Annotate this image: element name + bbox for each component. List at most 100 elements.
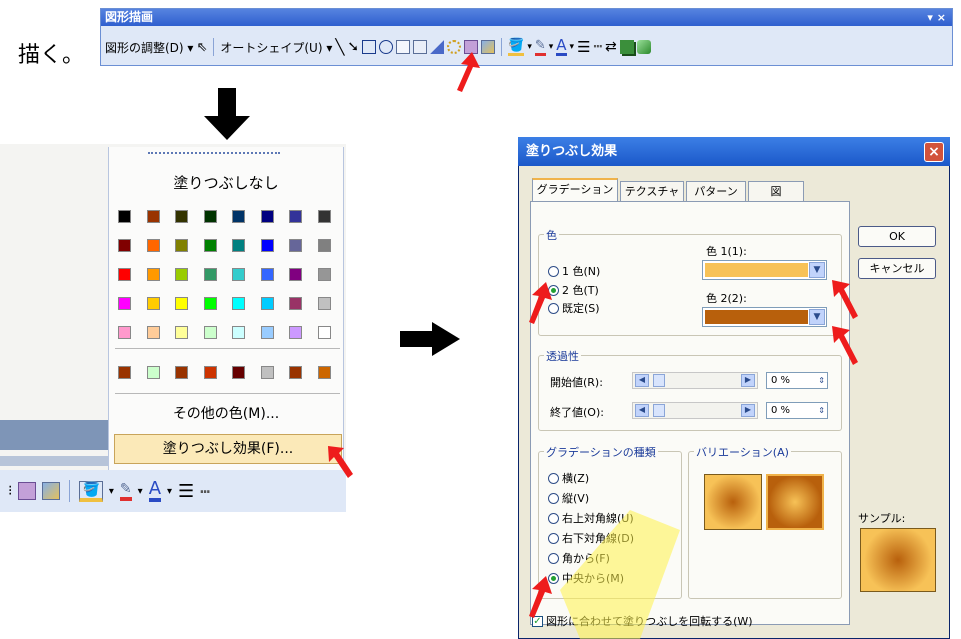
chevron-right-icon[interactable]: ▶ (741, 404, 755, 417)
recent-color-swatch[interactable] (175, 366, 188, 379)
recent-color-swatch[interactable] (146, 366, 160, 379)
slider-thumb[interactable] (653, 404, 665, 417)
color-swatch[interactable] (260, 239, 274, 252)
color-swatch[interactable] (232, 297, 245, 310)
color-swatch[interactable] (317, 297, 331, 310)
color-swatch[interactable] (118, 210, 131, 223)
color1-dropdown[interactable]: ▼ (702, 260, 827, 280)
slider-thumb[interactable] (653, 374, 665, 387)
tab-gradient[interactable]: グラデーション (532, 178, 618, 202)
3d-icon[interactable] (636, 40, 651, 54)
line-icon[interactable]: ╲ (335, 38, 344, 56)
tab-picture[interactable]: 図 (748, 181, 804, 201)
no-fill-option[interactable]: 塗りつぶしなし (108, 172, 344, 193)
line-style-icon[interactable]: ☰ (577, 38, 590, 56)
dash-style-icon[interactable]: ┅ (594, 39, 602, 55)
select-arrow-icon[interactable]: ⇖ (196, 40, 207, 55)
tab-pattern[interactable]: パターン (686, 181, 746, 201)
line-color-icon[interactable]: ✎ (534, 38, 546, 56)
color-swatch[interactable] (146, 210, 160, 223)
two-colors-option[interactable]: 2 色(T) (548, 282, 599, 298)
oval-icon[interactable] (379, 40, 394, 54)
color-swatch[interactable] (118, 268, 131, 281)
to-slider[interactable]: ◀ ▶ (632, 402, 758, 419)
color-swatch[interactable] (175, 268, 188, 281)
color-swatch[interactable] (260, 297, 274, 310)
arrow-line-icon[interactable]: ➘ (347, 39, 359, 55)
color-swatch[interactable] (317, 239, 331, 252)
color-swatch[interactable] (317, 326, 331, 339)
variant-center-dark[interactable] (704, 474, 762, 530)
color-swatch[interactable] (260, 326, 274, 339)
shadow-icon[interactable] (619, 40, 634, 54)
cancel-button[interactable]: キャンセル (858, 258, 936, 279)
more-colors-option[interactable]: その他の色(M)... (108, 403, 344, 423)
rectangle-icon[interactable] (362, 40, 377, 54)
color-swatch[interactable] (289, 326, 302, 339)
color-swatch[interactable] (146, 297, 160, 310)
recent-color-swatch[interactable] (289, 366, 302, 379)
fill-color-dropdown-icon[interactable]: ▾ (527, 42, 532, 52)
color-swatch[interactable] (317, 210, 331, 223)
spin-icon[interactable]: ⇕ (818, 373, 825, 388)
color-swatch[interactable] (203, 268, 217, 281)
autoshape-menu[interactable]: オートシェイプ(U) ▾ (220, 39, 332, 56)
color-swatch[interactable] (146, 268, 160, 281)
color-swatch[interactable] (203, 326, 217, 339)
fill-color-dropdown-icon[interactable]: ▾ (109, 486, 114, 497)
dash-style-icon[interactable]: ┅ (200, 482, 210, 501)
line-color-dropdown-icon[interactable]: ▾ (549, 42, 554, 52)
recent-color-swatch[interactable] (118, 366, 131, 379)
adjust-shape-menu[interactable]: 図形の調整(D) ▾ (105, 39, 193, 56)
color2-dropdown[interactable]: ▼ (702, 307, 827, 327)
fill-color-icon[interactable]: 🪣 (508, 38, 525, 56)
clipart-icon[interactable] (18, 482, 37, 500)
color-swatch[interactable] (203, 239, 217, 252)
line-style-icon[interactable]: ☰ (178, 481, 194, 502)
chevron-down-icon[interactable]: ▼ (809, 262, 825, 278)
picture-icon[interactable] (481, 40, 496, 54)
color-swatch[interactable] (175, 239, 188, 252)
color-swatch[interactable] (175, 210, 188, 223)
color-swatch[interactable] (118, 239, 131, 252)
recent-color-swatch[interactable] (260, 366, 274, 379)
color-swatch[interactable] (118, 297, 131, 310)
color-swatch[interactable] (232, 326, 245, 339)
color-swatch[interactable] (260, 210, 274, 223)
fill-color-icon[interactable]: 🪣 (79, 480, 103, 502)
picture-icon[interactable] (42, 482, 61, 500)
line-color-icon[interactable]: ✎ (119, 481, 132, 501)
color-swatch[interactable] (232, 239, 245, 252)
vertical-textbox-icon[interactable] (413, 40, 428, 54)
color-swatch[interactable] (175, 297, 188, 310)
fill-effects-option[interactable]: 塗りつぶし効果(F)... (114, 434, 342, 464)
recent-color-swatch[interactable] (317, 366, 331, 379)
chevron-left-icon[interactable]: ◀ (635, 404, 649, 417)
color-swatch[interactable] (118, 326, 131, 339)
close-icon[interactable]: × (924, 142, 944, 162)
from-slider[interactable]: ◀ ▶ (632, 372, 758, 389)
color-swatch[interactable] (146, 326, 160, 339)
color-swatch[interactable] (289, 210, 302, 223)
from-value-input[interactable]: 0 % ⇕ (766, 372, 828, 389)
toolbar-window-controls[interactable]: ▾ × (927, 9, 946, 26)
chevron-right-icon[interactable]: ▶ (741, 374, 755, 387)
color-swatch[interactable] (289, 268, 302, 281)
to-value-input[interactable]: 0 % ⇕ (766, 402, 828, 419)
color-swatch[interactable] (232, 268, 245, 281)
color-swatch[interactable] (260, 268, 274, 281)
color-swatch[interactable] (232, 210, 245, 223)
recent-color-swatch[interactable] (203, 366, 217, 379)
chevron-down-icon[interactable]: ▼ (809, 309, 825, 325)
color-swatch[interactable] (146, 239, 160, 252)
chevron-left-icon[interactable]: ◀ (635, 374, 649, 387)
color-swatch[interactable] (203, 210, 217, 223)
color-swatch[interactable] (289, 297, 302, 310)
popup-grip[interactable] (148, 152, 280, 155)
line-color-dropdown-icon[interactable]: ▾ (138, 486, 143, 497)
font-color-icon[interactable]: A (148, 480, 162, 502)
color-swatch[interactable] (203, 297, 217, 310)
recent-color-swatch[interactable] (232, 366, 245, 379)
font-color-dropdown-icon[interactable]: ▾ (167, 486, 172, 497)
color-swatch[interactable] (317, 268, 331, 281)
